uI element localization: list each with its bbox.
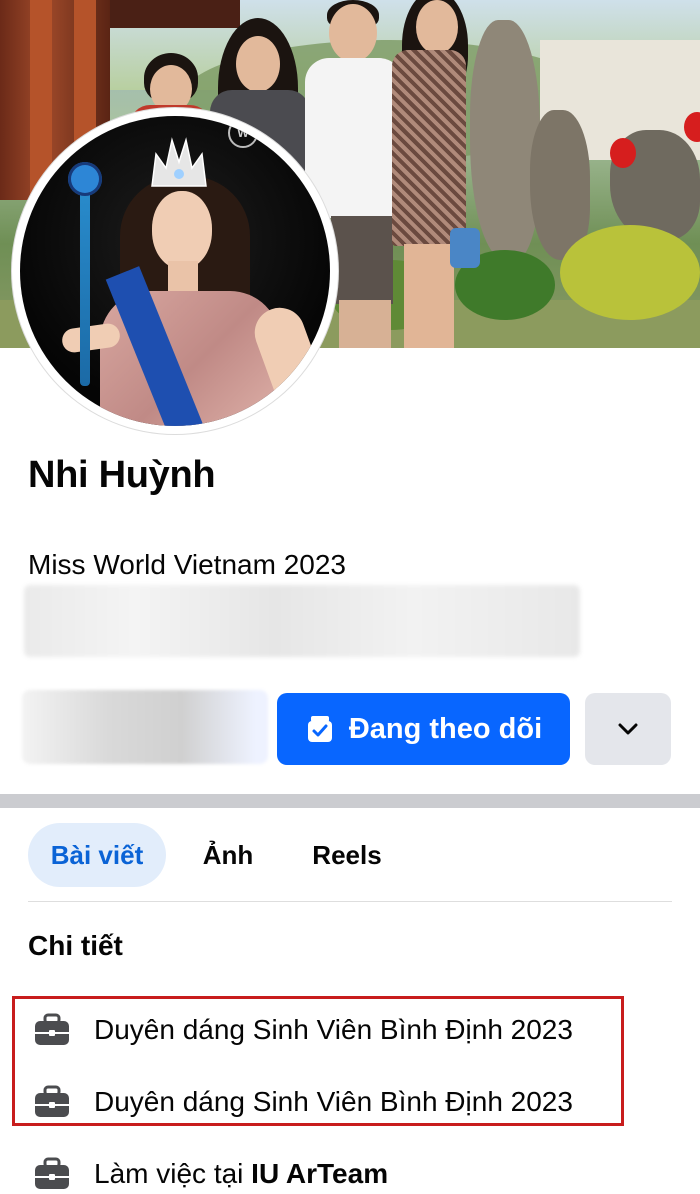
profile-bio: Miss World Vietnam 2023 [28,549,346,580]
chevron-down-icon [618,723,638,735]
workplace-link[interactable]: IU ArTeam [251,1158,388,1189]
watermark-badge: W [228,118,258,148]
detail-prefix: Làm việc tại [94,1158,252,1189]
tab-reels[interactable]: Reels [296,823,398,887]
crown-icon [151,137,207,187]
profile-name: Nhi Huỳnh [28,454,216,496]
briefcase-icon [35,1157,69,1189]
tabs-underline [28,901,672,902]
detail-item: Duyên dáng Sinh Viên Bình Định 2023 [34,1082,573,1122]
details-heading: Chi tiết [28,930,123,961]
following-button[interactable]: Đang theo dõi [277,693,570,765]
more-options-button[interactable] [585,693,671,765]
tab-photos[interactable]: Ảnh [180,823,276,887]
briefcase-icon [35,1013,69,1045]
section-divider [0,794,700,808]
detail-item: Duyên dáng Sinh Viên Bình Định 2023 [34,1010,573,1050]
scepter-orb [68,162,102,196]
avatar-neck [168,261,198,291]
following-check-icon [307,716,332,742]
detail-text: Duyên dáng Sinh Viên Bình Định 2023 [94,1086,573,1117]
cover-rock [470,20,540,260]
following-label: Đang theo dõi [348,712,543,745]
scepter [80,166,90,386]
detail-item: Làm việc tại IU ArTeam [34,1154,388,1194]
cover-bush [560,225,700,320]
avatar[interactable]: W [20,116,330,426]
tab-posts[interactable]: Bài viết [28,823,166,887]
blurred-button[interactable] [22,690,268,764]
cover-lantern [610,138,636,168]
detail-text: Làm việc tại IU ArTeam [94,1158,388,1190]
blurred-text [24,585,580,657]
detail-text: Duyên dáng Sinh Viên Bình Định 2023 [94,1014,573,1045]
avatar-face [152,191,212,269]
briefcase-icon [35,1085,69,1117]
